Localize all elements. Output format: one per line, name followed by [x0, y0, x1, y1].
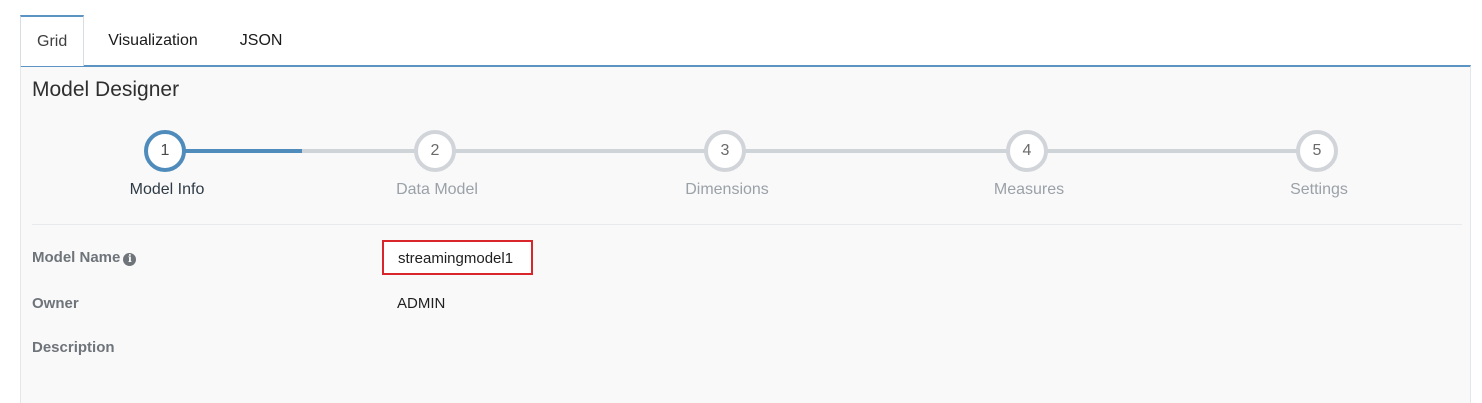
wizard-steps: 1 Model Info 2 Data Model 3 Dimensions 4…: [21, 67, 1472, 227]
info-icon[interactable]: i: [123, 253, 137, 266]
wizard-track-2-3: [436, 149, 726, 153]
wizard-step-1[interactable]: 1: [144, 130, 186, 172]
tab-bar: Grid Visualization JSON: [20, 15, 303, 66]
wizard-track-done: [185, 149, 302, 153]
model-name-label: Model Name i: [32, 249, 137, 266]
wizard-step-1-label[interactable]: Model Info: [87, 181, 247, 199]
wizard-step-4-label[interactable]: Measures: [949, 181, 1109, 199]
tab-json[interactable]: JSON: [218, 15, 304, 66]
wizard-step-3-label[interactable]: Dimensions: [647, 181, 807, 199]
description-label: Description: [32, 339, 115, 356]
tab-grid[interactable]: Grid: [20, 15, 85, 66]
model-name-value: streamingmodel1: [398, 250, 514, 267]
model-name-label-text: Model Name: [32, 249, 121, 266]
model-designer-panel: Model Designer 1 Model Info 2 Data Model…: [20, 65, 1471, 403]
wizard-step-4[interactable]: 4: [1006, 130, 1048, 172]
wizard-step-3[interactable]: 3: [704, 130, 746, 172]
owner-label: Owner: [32, 295, 79, 312]
wizard-step-2[interactable]: 2: [414, 130, 456, 172]
wizard-step-2-label[interactable]: Data Model: [357, 181, 517, 199]
wizard-track-3-4: [726, 149, 1028, 153]
owner-value: ADMIN: [397, 295, 446, 312]
model-name-value-box: streamingmodel1: [382, 240, 533, 275]
section-divider: [32, 224, 1462, 225]
wizard-track-4-5: [1028, 149, 1318, 153]
wizard-step-5-label[interactable]: Settings: [1239, 181, 1399, 199]
wizard-step-5[interactable]: 5: [1296, 130, 1338, 172]
page: Grid Visualization JSON Model Designer 1…: [0, 0, 1482, 403]
tab-visualization[interactable]: Visualization: [84, 15, 218, 66]
